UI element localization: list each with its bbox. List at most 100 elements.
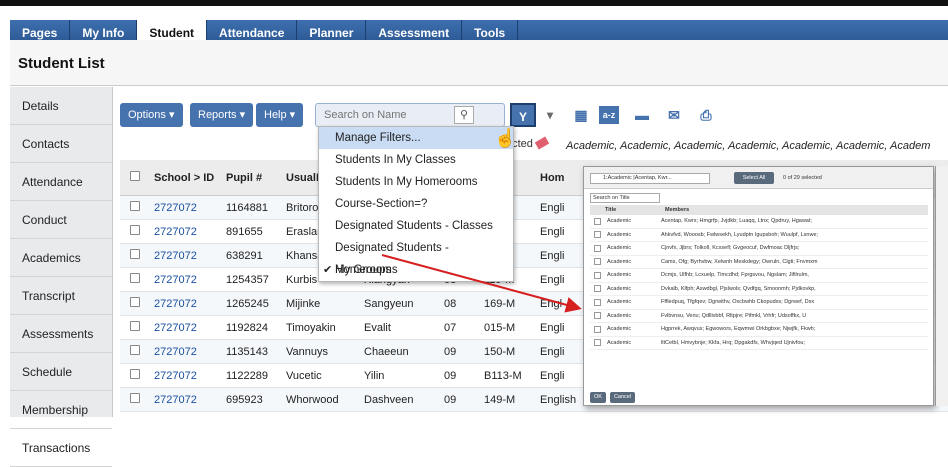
popup-row[interactable]: Academic lltCetbl, Hmvybnje; Kkfa, Hrq; D…	[590, 337, 928, 350]
table-cell: 1254357	[226, 273, 269, 286]
school-id-link[interactable]: 2727072	[150, 226, 222, 238]
table-cell: Engli	[540, 345, 565, 358]
popup-row-checkbox[interactable]	[594, 285, 601, 293]
filter-menu-item[interactable]: Manage Filters...	[319, 127, 513, 149]
row-checkbox[interactable]	[130, 345, 140, 355]
school-id-link[interactable]: 2727072	[150, 370, 222, 382]
sidebar-item-academics[interactable]: Academics	[10, 239, 112, 277]
row-checkbox[interactable]	[130, 369, 140, 379]
chart-icon[interactable]: ▬	[629, 103, 655, 127]
print-icon[interactable]: ⎙	[693, 103, 719, 127]
popup-row[interactable]: Academic Dcmjs, Ulfhb; Lcxuelp, Timcdhd; …	[590, 269, 928, 283]
row-checkbox-cell	[120, 201, 150, 214]
column-header[interactable]: Pupil #	[222, 172, 282, 184]
filter-menu-item[interactable]: Designated Students - Classes	[319, 215, 513, 237]
popup-row[interactable]: Academic Acentap, Kwrs; Hmgrfp, Jvjdkb; L…	[590, 215, 928, 229]
sidebar-item-contacts[interactable]: Contacts	[10, 125, 112, 163]
row-checkbox[interactable]	[130, 249, 140, 259]
filter-menu-item[interactable]: Designated Students - Homerooms	[319, 237, 513, 276]
sidebar-item-schedule[interactable]: Schedule	[10, 353, 112, 391]
popup-row[interactable]: Academic Fffledpuq, Tfgfqev; Dgrwithv, Ox…	[590, 296, 928, 310]
filter-menu-label: Manage Filters...	[335, 132, 421, 144]
sidebar-item-transcript[interactable]: Transcript	[10, 277, 112, 315]
popup-header: Title Members	[590, 205, 928, 215]
popup-row[interactable]: Academic Cams, Ofg; Byrhvbw, Xelwnh Meskd…	[590, 256, 928, 269]
popup-row-checkbox[interactable]	[594, 231, 601, 239]
sidebar-item-assessments[interactable]: Assessments	[10, 315, 112, 353]
filter-menu: Manage Filters... Students In My Classes S…	[318, 126, 514, 282]
popup-select[interactable]: 1:Academic |Acentap, Kwr...	[590, 173, 710, 184]
school-id-link[interactable]: 2727072	[150, 322, 222, 334]
filter-menu-item[interactable]: Course-Section=?	[319, 193, 513, 215]
popup-search-input[interactable]: Search on Title	[590, 193, 660, 203]
popup-row-checkbox[interactable]	[594, 258, 601, 266]
table-cell: Evalit	[364, 321, 391, 334]
options-button[interactable]: Options ▾	[120, 103, 183, 127]
popup-row[interactable]: Academic Fvlbvnsu, Venu; Qdllivbbf, Rltpj…	[590, 310, 928, 323]
popup-row[interactable]: Academic Dvkalb, Klfph; Aswdbgl, Pjslwols…	[590, 283, 928, 296]
popup-row[interactable]: Academic Hgprrek, Awqvus; Egwowors, Eqwmw…	[590, 323, 928, 337]
column-header[interactable]: School > ID	[150, 172, 222, 184]
filter-dropdown-icon[interactable]: ▾	[537, 103, 563, 127]
ok-button[interactable]: OK	[590, 392, 606, 403]
popup-row[interactable]: Academic Ahkvfvd, Wooosb; Fwlwsekh, Lyudp…	[590, 229, 928, 242]
school-id-link[interactable]: 2727072	[150, 346, 222, 358]
popup-row-members: Hgprrek, Awqvus; Egwowors, Eqwmwi Orkbgb…	[661, 326, 816, 333]
popup-row-members: Cams, Ofg; Byrhvbw, Xelwnh Meskdegy; Owr…	[661, 258, 818, 265]
row-checkbox[interactable]	[130, 201, 140, 211]
school-id-link[interactable]: 2727072	[150, 250, 222, 262]
popup-row[interactable]: Academic Cjnvfx, Jjbrs; Tolkoll, Kcxsefl;…	[590, 242, 928, 256]
table-cell: 1135143	[226, 345, 269, 358]
school-id-link[interactable]: 2727072	[150, 394, 222, 406]
select-all-button[interactable]: Select All	[734, 172, 774, 184]
school-id-link[interactable]: 2727072	[150, 202, 222, 214]
table-cell: 638291	[226, 249, 263, 262]
popup-row-members: lltCetbl, Hmvybnje; Kkfa, Hrq; Dpgakdfs,…	[661, 339, 805, 346]
filter-menu-item[interactable]: ✔ My Groups	[319, 259, 513, 281]
popup-row-checkbox[interactable]	[594, 312, 601, 320]
column-header[interactable]: Hom	[536, 172, 576, 184]
sort-icon[interactable]: a-z	[599, 106, 619, 124]
row-checkbox[interactable]	[130, 297, 140, 307]
row-checkbox-cell	[120, 321, 150, 334]
sidebar-item-attendance[interactable]: Attendance	[10, 163, 112, 201]
popup-row-checkbox[interactable]	[594, 271, 601, 279]
row-checkbox[interactable]	[130, 321, 140, 331]
eraser-icon[interactable]	[534, 136, 550, 150]
row-checkbox-cell	[120, 393, 150, 406]
search-input[interactable]	[324, 104, 454, 126]
popup-row-title: Academic	[607, 272, 632, 279]
email-icon[interactable]: ✉	[661, 103, 687, 127]
row-checkbox[interactable]	[130, 225, 140, 235]
table-cell: Engli	[540, 249, 565, 262]
school-id-link[interactable]: 2727072	[150, 274, 222, 286]
row-checkbox-cell	[120, 273, 150, 286]
filter-menu-item[interactable]: Students In My Homerooms	[319, 171, 513, 193]
filter-menu-item[interactable]: Students In My Classes	[319, 149, 513, 171]
help-button[interactable]: Help ▾	[256, 103, 304, 127]
filter-icon[interactable]: Y	[510, 103, 536, 127]
search-box: ⚲	[315, 103, 505, 127]
popup-row-checkbox[interactable]	[594, 298, 601, 306]
reports-button[interactable]: Reports ▾	[190, 103, 254, 127]
popup-row-title: Academic	[607, 285, 632, 292]
sidebar-item-conduct[interactable]: Conduct	[10, 201, 112, 239]
popup-row-title: Academic	[607, 258, 632, 265]
search-icon[interactable]: ⚲	[454, 106, 474, 124]
school-id-link[interactable]: 2727072	[150, 298, 222, 310]
row-checkbox[interactable]	[130, 393, 140, 403]
popup-row-checkbox[interactable]	[594, 325, 601, 333]
popup-row-checkbox[interactable]	[594, 244, 601, 252]
sidebar-item-details[interactable]: Details	[10, 87, 112, 125]
grid-icon[interactable]: ▦	[568, 103, 594, 127]
sidebar-item-transactions[interactable]: Transactions	[10, 429, 112, 467]
popup-col-members: Members	[665, 207, 690, 213]
popup-row-checkbox[interactable]	[594, 339, 601, 347]
table-cell: English	[540, 393, 576, 406]
popup-row-checkbox[interactable]	[594, 217, 601, 225]
row-checkbox[interactable]	[130, 273, 140, 283]
select-all-checkbox[interactable]	[130, 171, 140, 181]
cancel-button[interactable]: Cancel	[609, 392, 636, 403]
popup-row-members: Ahkvfvd, Wooosb; Fwlwsekh, Lyudptn Igups…	[661, 231, 819, 238]
sidebar-item-membership[interactable]: Membership	[10, 391, 112, 429]
